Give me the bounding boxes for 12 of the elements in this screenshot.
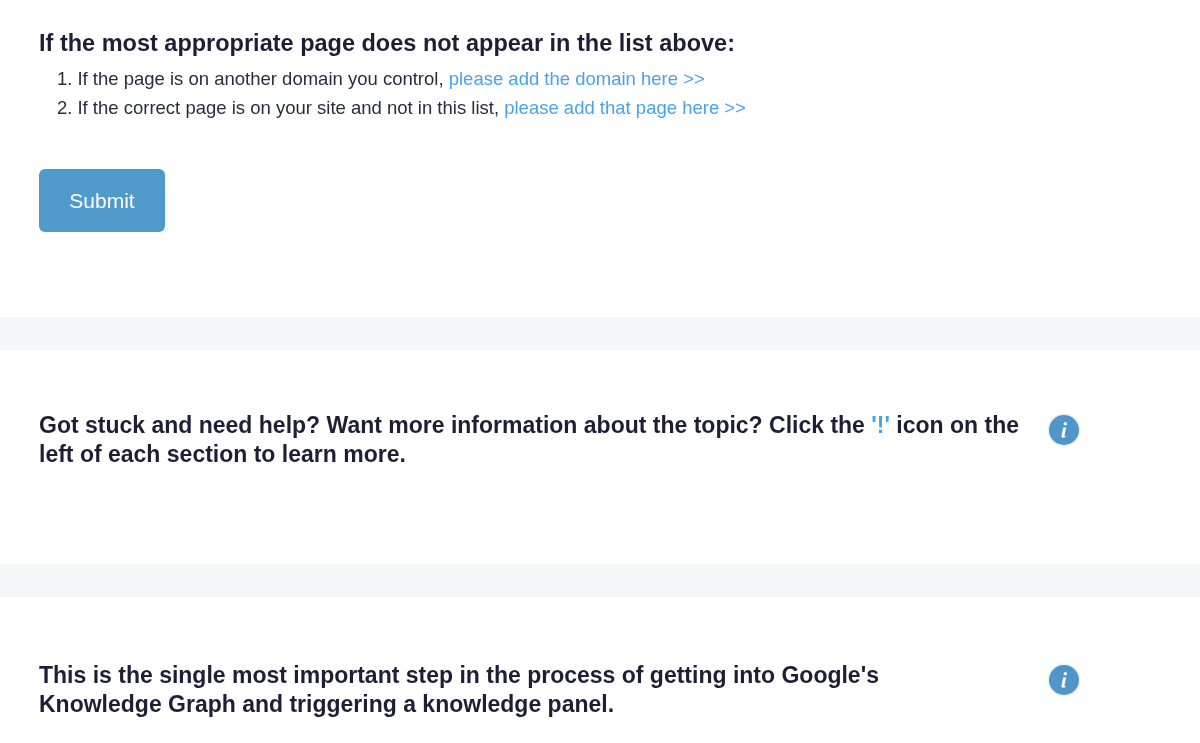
instruction-text: If the correct page is on your site and not in this list, please add that page here >>	[77, 96, 746, 120]
submit-button[interactable]: Submit	[39, 169, 165, 232]
info-icon[interactable]	[1047, 413, 1081, 447]
instruction-text: If the page is on another domain you control, please add the domain here >>	[77, 67, 705, 91]
list-number: 2.	[57, 96, 73, 120]
add-page-link[interactable]: please add the domain here >>	[448, 68, 705, 89]
add-page-link[interactable]: please add that page here >>	[504, 97, 746, 118]
help-note-text: Got stuck and need help? Want more information about the topic? Click the '!' icon on the left of each section to learn more.	[39, 411, 1020, 469]
info-icon[interactable]	[1047, 663, 1081, 697]
help-note-text: This is the single most important step in the process of getting into Google's Knowledge Graph and triggering a knowledge panel.	[39, 661, 880, 719]
list-number: 1.	[57, 67, 73, 91]
section-heading: If the most appropriate page does not appear in the list above:	[39, 29, 736, 58]
